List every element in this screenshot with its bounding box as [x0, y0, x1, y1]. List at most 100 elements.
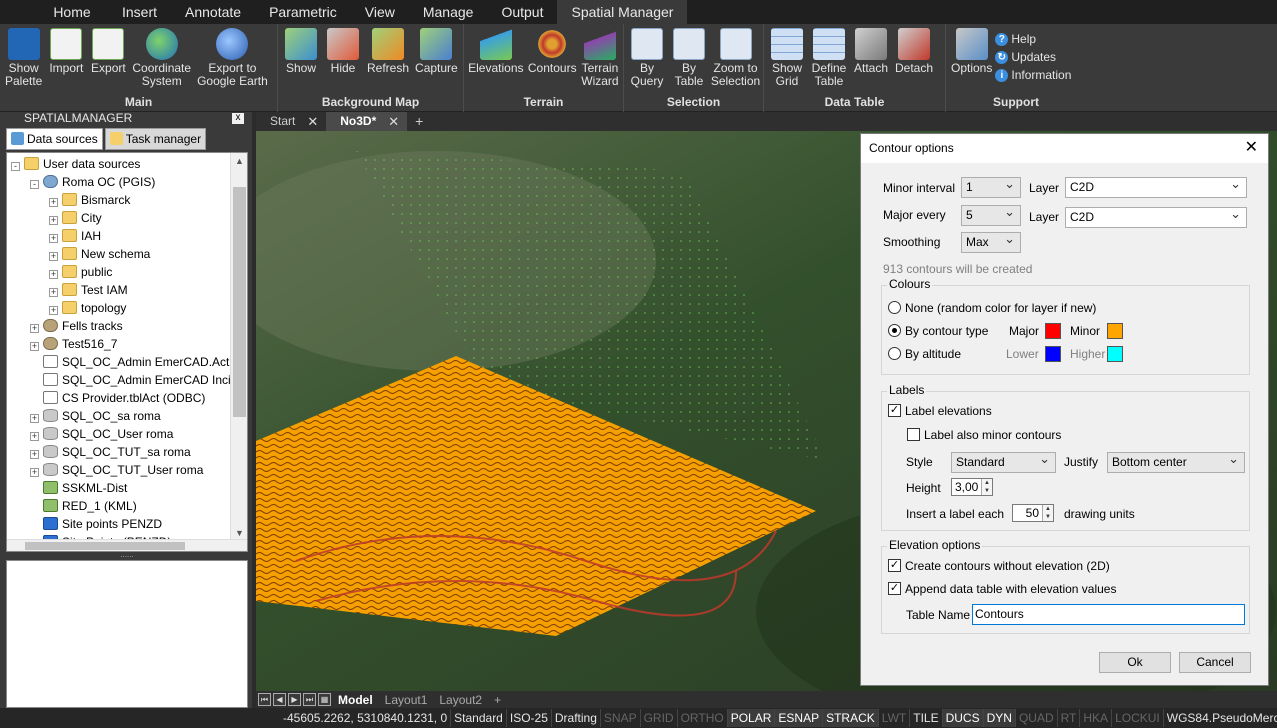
ok-button[interactable]: Ok [1099, 652, 1171, 673]
status-lockui[interactable]: LOCKUI [1112, 709, 1164, 727]
minor-interval-select[interactable]: 1 [961, 174, 1021, 198]
status-ducs[interactable]: DUCS [942, 709, 984, 727]
create-2d-checkbox[interactable]: ✓ [888, 559, 901, 572]
dialog-close-icon[interactable]: ✕ [1245, 134, 1258, 162]
collapse-icon[interactable]: - [30, 180, 39, 189]
close-tab-icon[interactable]: ✕ [307, 112, 318, 131]
tree-vertical-scrollbar[interactable]: ▲ ▼ [230, 153, 247, 541]
tree-item[interactable]: SSKML-Dist [30, 479, 127, 497]
status-strack[interactable]: STRACK [823, 709, 879, 727]
menu-output[interactable]: Output [487, 0, 557, 24]
tab-no3d[interactable]: No3D* ✕ [326, 112, 408, 131]
expand-icon[interactable]: + [30, 468, 39, 477]
menu-parametric[interactable]: Parametric [255, 0, 351, 24]
scroll-up-icon[interactable]: ▲ [231, 153, 247, 169]
minor-colour-swatch[interactable] [1107, 323, 1123, 339]
status-drafting[interactable]: Drafting [552, 709, 601, 727]
tree-item[interactable]: + topology [49, 299, 126, 317]
updates-link[interactable]: ↻ Updates [995, 50, 1071, 64]
status-standard[interactable]: Standard [451, 709, 507, 727]
cancel-button[interactable]: Cancel [1179, 652, 1251, 673]
tab-layout1[interactable]: Layout1 [380, 693, 433, 707]
tree-item[interactable]: + IAH [49, 227, 101, 245]
major-every-select[interactable]: 5 [961, 202, 1021, 226]
expand-icon[interactable]: + [49, 270, 58, 279]
label-elevations-checkbox[interactable]: ✓ [888, 404, 901, 417]
menu-insert[interactable]: Insert [108, 0, 171, 24]
status-hka[interactable]: HKA [1080, 709, 1113, 727]
tree-item[interactable]: + Bismarck [49, 191, 130, 209]
status-iso-25[interactable]: ISO-25 [507, 709, 552, 727]
major-colour-swatch[interactable] [1045, 323, 1061, 339]
panel-splitter[interactable]: ...... [6, 551, 248, 560]
height-spinner[interactable]: 3,00 ▲ ▼ [951, 478, 993, 496]
menu-view[interactable]: View [351, 0, 409, 24]
status-snap[interactable]: SNAP [601, 709, 641, 727]
justify-select[interactable]: Bottom center [1107, 449, 1245, 473]
close-tab-icon[interactable]: ✕ [388, 112, 399, 131]
spinner-arrows-icon[interactable]: ▲ ▼ [1042, 505, 1053, 521]
higher-colour-swatch[interactable] [1107, 346, 1123, 362]
smoothing-select[interactable]: Max [961, 229, 1021, 253]
expand-icon[interactable]: + [49, 216, 58, 225]
expand-icon[interactable]: + [30, 450, 39, 459]
tab-task-manager[interactable]: Task manager [104, 128, 207, 150]
status-ortho[interactable]: ORTHO [678, 709, 728, 727]
tree-item[interactable]: + public [49, 263, 112, 281]
prev-layout-icon[interactable]: ◀ [273, 693, 286, 706]
last-layout-icon[interactable]: ⏭ [303, 693, 316, 706]
scroll-thumb[interactable] [233, 187, 246, 417]
insert-label-spinner[interactable]: 50 ▲ ▼ [1012, 504, 1054, 522]
append-table-checkbox[interactable]: ✓ [888, 582, 901, 595]
tree-item[interactable]: CS Provider.tblAct (ODBC) [30, 389, 205, 407]
tree-item[interactable]: + Fells tracks [30, 317, 123, 335]
label-minor-checkbox[interactable] [907, 428, 920, 441]
major-layer-select[interactable]: C2D [1065, 204, 1247, 228]
expand-icon[interactable]: + [49, 234, 58, 243]
menu-annotate[interactable]: Annotate [171, 0, 255, 24]
status-rt[interactable]: RT [1058, 709, 1081, 727]
expand-icon[interactable]: + [30, 432, 39, 441]
expand-icon[interactable]: + [49, 198, 58, 207]
expand-icon[interactable]: + [30, 324, 39, 333]
tree-item[interactable]: + Test516_7 [30, 335, 117, 353]
tree-item[interactable]: + SQL_OC_TUT_sa roma [30, 443, 191, 461]
tree-item[interactable]: + SQL_OC_User roma [30, 425, 173, 443]
tree-item[interactable]: SQL_OC_Admin EmerCAD.Act [30, 353, 229, 371]
tree-item[interactable]: + SQL_OC_TUT_User roma [30, 461, 203, 479]
collapse-icon[interactable]: - [11, 162, 20, 171]
tree-item[interactable]: + SQL_OC_sa roma [30, 407, 161, 425]
tab-start[interactable]: Start ✕ [256, 112, 326, 131]
status-lwt[interactable]: LWT [879, 709, 911, 727]
model-space-icon[interactable]: ▦ [318, 693, 331, 706]
colour-none-radio[interactable] [888, 301, 901, 314]
tab-model[interactable]: Model [333, 693, 378, 707]
status-dyn[interactable]: DYN [983, 709, 1016, 727]
expand-icon[interactable]: + [49, 306, 58, 315]
colour-by-altitude-radio[interactable] [888, 347, 901, 360]
panel-close-button[interactable]: x [232, 113, 244, 124]
style-select[interactable]: Standard [951, 449, 1056, 473]
tree-item[interactable]: + City [49, 209, 102, 227]
tree-item[interactable]: - Roma OC (PGIS) [30, 173, 155, 191]
next-layout-icon[interactable]: ▶ [288, 693, 301, 706]
status-quad[interactable]: QUAD [1016, 709, 1058, 727]
tree-item[interactable]: - User data sources [11, 155, 140, 173]
add-layout-button[interactable]: + [489, 693, 506, 707]
expand-icon[interactable]: + [30, 414, 39, 423]
menu-spatial-manager[interactable]: Spatial Manager [557, 0, 688, 24]
status-polar[interactable]: POLAR [727, 709, 776, 727]
tree-item[interactable]: Site points PENZD [30, 515, 162, 533]
minor-layer-select[interactable]: C2D [1065, 174, 1247, 198]
first-layout-icon[interactable]: ⏮ [258, 693, 271, 706]
tree-item[interactable]: RED_1 (KML) [30, 497, 137, 515]
tab-data-sources[interactable]: Data sources [6, 128, 103, 150]
tab-layout2[interactable]: Layout2 [434, 693, 487, 707]
colour-by-type-radio[interactable] [888, 324, 901, 337]
menu-home[interactable]: Home [36, 0, 108, 24]
hscroll-thumb[interactable] [25, 542, 185, 550]
status-grid[interactable]: GRID [641, 709, 678, 727]
new-tab-button[interactable]: + [407, 112, 431, 131]
table-name-input[interactable]: Contours [972, 604, 1245, 625]
information-link[interactable]: i Information [995, 68, 1071, 82]
